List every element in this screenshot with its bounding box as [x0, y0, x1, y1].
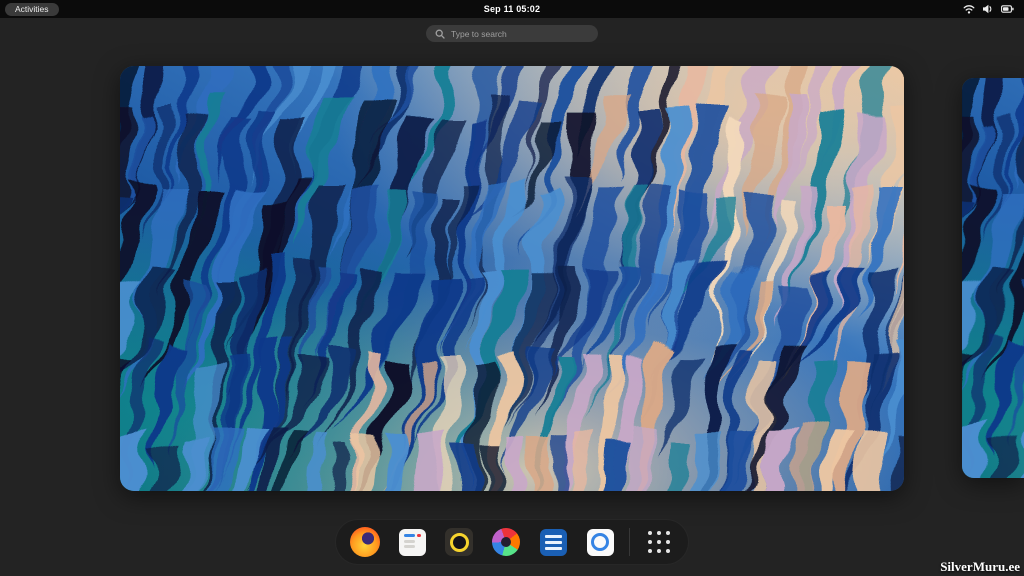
wifi-icon: [963, 4, 975, 14]
calendar-icon: [399, 529, 426, 556]
dock-separator: [629, 528, 630, 556]
tour-icon: [587, 529, 614, 556]
clock[interactable]: Sep 11 05:02: [484, 0, 540, 18]
search-input[interactable]: Type to search: [426, 25, 598, 42]
search-placeholder: Type to search: [451, 29, 507, 39]
dock-app-software[interactable]: [488, 524, 524, 560]
dock-app-tour[interactable]: [582, 524, 618, 560]
software-icon: [492, 528, 520, 556]
show-apps-button[interactable]: [641, 524, 677, 560]
dock-app-music[interactable]: [441, 524, 477, 560]
dash: [335, 519, 689, 565]
battery-icon: [1001, 4, 1014, 14]
search-icon: [435, 29, 445, 39]
dock-app-firefox[interactable]: [347, 524, 383, 560]
music-player-icon: [445, 528, 473, 556]
activities-button[interactable]: Activities: [5, 3, 59, 16]
watermark: SilverMuru.ee: [940, 559, 1020, 575]
wallpaper-image: [120, 66, 904, 491]
top-bar: Activities Sep 11 05:02: [0, 0, 1024, 18]
system-status-area[interactable]: [958, 2, 1019, 16]
wallpaper-image: [962, 78, 1024, 478]
dock-app-calendar[interactable]: [394, 524, 430, 560]
volume-icon: [982, 4, 994, 14]
workspace-preview-next[interactable]: [962, 78, 1024, 478]
app-grid-icon: [647, 530, 671, 554]
workspace-preview-current[interactable]: [120, 66, 904, 491]
firefox-icon: [350, 527, 380, 557]
dock-app-files[interactable]: [535, 524, 571, 560]
files-icon: [540, 529, 567, 556]
